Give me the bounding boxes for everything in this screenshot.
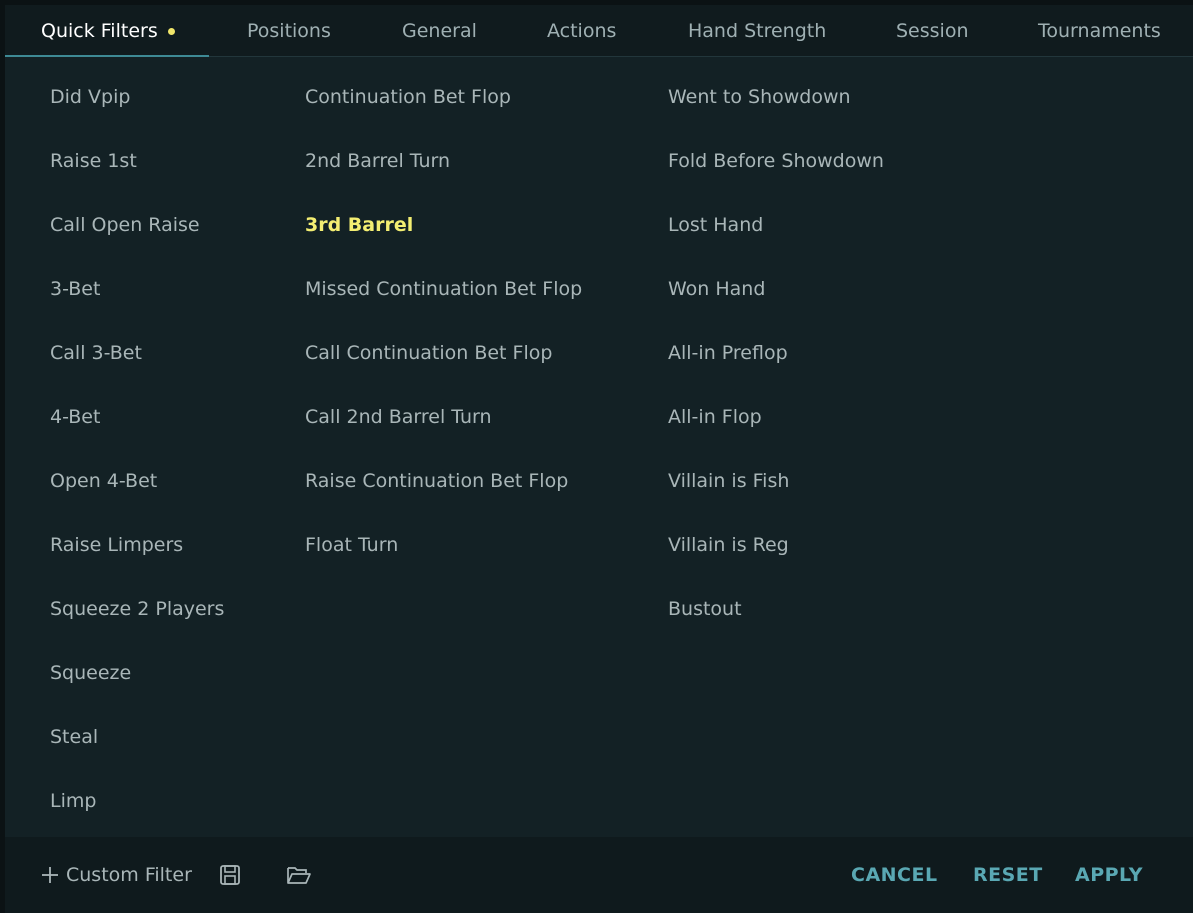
- filter-limp[interactable]: Limp: [50, 789, 96, 813]
- filter-went-to-showdown[interactable]: Went to Showdown: [668, 85, 851, 109]
- add-custom-filter-button[interactable]: Custom Filter: [40, 837, 192, 913]
- tab-label: Actions: [547, 20, 617, 42]
- open-filter-button[interactable]: [286, 837, 312, 913]
- filter-call-2nd-barrel-turn[interactable]: Call 2nd Barrel Turn: [305, 405, 492, 429]
- filter-continuation-bet-flop[interactable]: Continuation Bet Flop: [305, 85, 511, 109]
- tab-positions[interactable]: Positions: [247, 5, 331, 57]
- filter-villain-is-reg[interactable]: Villain is Reg: [668, 533, 789, 557]
- filter-lost-hand[interactable]: Lost Hand: [668, 213, 763, 237]
- filter-open-4-bet[interactable]: Open 4-Bet: [50, 469, 157, 493]
- filter-did-vpip[interactable]: Did Vpip: [50, 85, 130, 109]
- tab-label: Tournaments: [1038, 20, 1161, 42]
- tab-quick-filters[interactable]: Quick Filters: [41, 5, 175, 57]
- tab-label: Quick Filters: [41, 20, 158, 42]
- reset-button[interactable]: RESET: [973, 837, 1043, 913]
- filter-raise-1st[interactable]: Raise 1st: [50, 149, 137, 173]
- filter-call-continuation-bet-flop[interactable]: Call Continuation Bet Flop: [305, 341, 552, 365]
- tab-hand-strength[interactable]: Hand Strength: [688, 5, 826, 57]
- tab-general[interactable]: General: [402, 5, 477, 57]
- filter-3-bet[interactable]: 3-Bet: [50, 277, 100, 301]
- filter-float-turn[interactable]: Float Turn: [305, 533, 398, 557]
- filter-raise-limpers[interactable]: Raise Limpers: [50, 533, 183, 557]
- filter-steal[interactable]: Steal: [50, 725, 98, 749]
- plus-icon: [40, 865, 60, 885]
- tab-tournaments[interactable]: Tournaments: [1038, 5, 1161, 57]
- folder-open-icon: [286, 864, 312, 886]
- active-tab-underline: [5, 55, 209, 57]
- filter-all-in-flop[interactable]: All-in Flop: [668, 405, 762, 429]
- filter-squeeze[interactable]: Squeeze: [50, 661, 131, 685]
- filter-won-hand[interactable]: Won Hand: [668, 277, 765, 301]
- filter-4-bet[interactable]: 4-Bet: [50, 405, 100, 429]
- tab-label: Positions: [247, 20, 331, 42]
- tab-session[interactable]: Session: [896, 5, 969, 57]
- custom-filter-label: Custom Filter: [66, 864, 192, 886]
- filter-3rd-barrel[interactable]: 3rd Barrel: [305, 213, 413, 237]
- tab-label: Session: [896, 20, 969, 42]
- tab-actions[interactable]: Actions: [547, 5, 616, 57]
- filter-all-in-preflop[interactable]: All-in Preflop: [668, 341, 788, 365]
- filter-fold-before-showdown[interactable]: Fold Before Showdown: [668, 149, 884, 173]
- save-filter-button[interactable]: [219, 837, 241, 913]
- save-icon: [219, 864, 241, 886]
- dialog-footer: Custom Filter CANCEL RESET APPLY: [5, 837, 1193, 913]
- filter-tabs: Quick Filters Positions General Actions …: [5, 5, 1193, 57]
- filter-call-open-raise[interactable]: Call Open Raise: [50, 213, 200, 237]
- filter-villain-is-fish[interactable]: Villain is Fish: [668, 469, 789, 493]
- apply-button[interactable]: APPLY: [1075, 837, 1143, 913]
- filter-squeeze-2-players[interactable]: Squeeze 2 Players: [50, 597, 224, 621]
- filter-missed-continuation-bet-flop[interactable]: Missed Continuation Bet Flop: [305, 277, 582, 301]
- cancel-button[interactable]: CANCEL: [851, 837, 938, 913]
- tab-label: General: [402, 20, 477, 42]
- active-indicator-dot: [167, 27, 175, 35]
- tab-label: Hand Strength: [688, 20, 827, 42]
- filters-dialog: Quick Filters Positions General Actions …: [5, 5, 1193, 913]
- filter-call-3-bet[interactable]: Call 3-Bet: [50, 341, 142, 365]
- filter-bustout[interactable]: Bustout: [668, 597, 742, 621]
- filter-2nd-barrel-turn[interactable]: 2nd Barrel Turn: [305, 149, 450, 173]
- filter-raise-continuation-bet-flop[interactable]: Raise Continuation Bet Flop: [305, 469, 568, 493]
